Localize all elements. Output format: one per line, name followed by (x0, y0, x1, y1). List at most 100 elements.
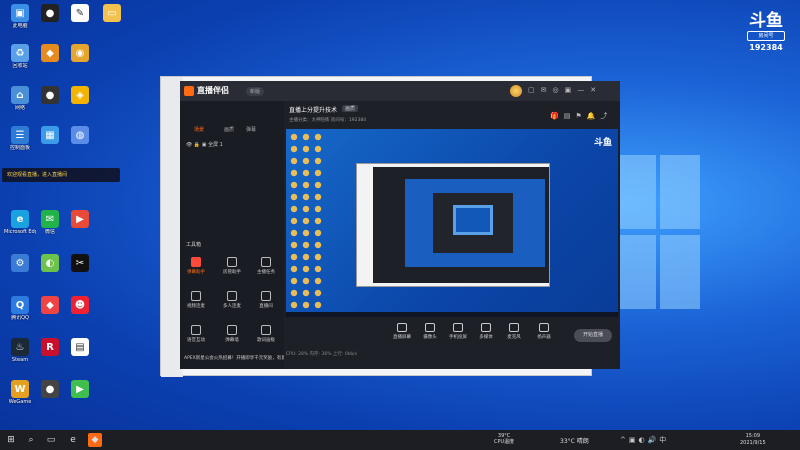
app-icon: ◉ (71, 44, 89, 62)
nested-app (373, 167, 549, 283)
speaker-icon (539, 323, 549, 332)
microphone-icon (509, 323, 519, 332)
desktop-icon-app[interactable]: ● (34, 86, 66, 105)
app-icon: ▶ (71, 380, 89, 398)
system-tray[interactable]: ^▣◐🔊中 (620, 435, 669, 445)
tool-lyrics[interactable]: 歌词画板 (254, 325, 278, 343)
preview-taskbar (286, 312, 618, 317)
wechat-icon: ✉ (41, 210, 59, 228)
desktop-icon-app[interactable]: R (34, 338, 66, 357)
app-icon: ◆ (41, 296, 59, 314)
douyu-logo-mark: 斗鱼 (749, 11, 783, 31)
app-icon: ✎ (71, 4, 89, 22)
app-icon: ▤ (71, 338, 89, 356)
app-icon: ▦ (41, 126, 59, 144)
tab-danmaku[interactable]: 弹幕 (246, 126, 256, 133)
desktop-icon-wegame[interactable]: W WeGame (4, 380, 36, 405)
flame-icon (184, 85, 194, 96)
desktop-icon-app[interactable]: ◉ (64, 44, 96, 63)
app-icon: ◐ (41, 254, 59, 272)
tool-danmaku-wall[interactable]: 弹幕墙 (220, 325, 244, 343)
desktop-icon-app[interactable]: ◐ (34, 254, 66, 273)
room-icon (261, 291, 271, 301)
nested-preview (356, 163, 550, 287)
header-action-icons[interactable]: 🎁▤⚑🔔⤴ (550, 111, 612, 121)
scene-item[interactable]: 👁 🔒 ▣ 全屏 1 (186, 141, 223, 148)
taskbar: ⊞ ⌕ ▭ e ◆ 39°C CPU温度 33°C 晴朗 ^▣◐🔊中 15:09 2… (0, 430, 800, 450)
notice-banner[interactable]: APEX新星公会火热招募！开播即享千元奖励，有意者私信联系！ (180, 355, 284, 365)
weather[interactable]: 33°C 晴朗 (560, 436, 589, 445)
desktop-icon-app[interactable]: ◈ (64, 86, 96, 105)
avatar[interactable] (510, 85, 522, 97)
stream-preview[interactable]: 斗鱼 (286, 129, 618, 317)
search-icon[interactable]: ⌕ (24, 433, 38, 447)
window-controls[interactable]: ▢✉◎▣—✕ (528, 86, 602, 94)
tool-danmaku-helper[interactable]: 弹幕助手 (184, 257, 208, 275)
tool-moderator[interactable]: 房管助手 (220, 257, 244, 275)
desktop-icon-qq[interactable]: Q 腾讯QQ (4, 296, 36, 321)
screen-capture-button[interactable]: 直播屏幕 (388, 323, 416, 340)
desktop-icon-app[interactable]: ▶ (64, 380, 96, 399)
desktop-icon-app[interactable]: ⚙ (4, 254, 36, 273)
version-badge[interactable]: 新版 (246, 87, 265, 96)
app-icon: ◍ (71, 126, 89, 144)
clock[interactable]: 15:09 2021/9/15 (740, 433, 766, 447)
preview-douyu-logo: 斗鱼 (593, 138, 612, 148)
desktop-icon-app[interactable]: ✂ (64, 254, 96, 273)
live-companion-taskbar-icon[interactable]: ◆ (88, 433, 102, 447)
media-button[interactable]: 多媒体 (472, 323, 500, 340)
app-icon: ● (41, 86, 59, 104)
desktop-icon-app[interactable]: ☻ (64, 296, 96, 315)
tool-room[interactable]: 直播间 (254, 291, 278, 309)
app-icon: ● (41, 4, 59, 22)
desktop-icon-recycle[interactable]: ♻ 回收站 (4, 44, 36, 69)
windows-logo-decoration (620, 155, 700, 315)
desktop-icon-wechat[interactable]: ✉ 微信 (34, 210, 66, 235)
desktop-icon-app[interactable]: ◍ (64, 126, 96, 145)
desktop-icon-edge[interactable]: eMicrosoft Edge (4, 210, 36, 235)
app-logo: 直播伴侣 (184, 85, 229, 96)
title-bar: 直播伴侣 新版 ▢✉◎▣—✕ (180, 81, 620, 101)
wall-icon (227, 325, 237, 335)
tab-scene[interactable]: 场景 (194, 126, 204, 133)
phone-icon (453, 323, 463, 332)
desktop-icon-app[interactable]: ● (34, 380, 66, 399)
desktop-icon-app[interactable]: ▤ (64, 338, 96, 357)
danmaku-tooltip: 欢迎观看直播，进入直播间 (2, 168, 120, 182)
camera-button[interactable]: 摄像头 (416, 323, 444, 340)
desktop-icon-control-panel[interactable]: ☰ 控制面板 (4, 126, 36, 151)
phone-cast-button[interactable]: 手机投屏 (444, 323, 472, 340)
desktop-icon-computer[interactable]: ▣ 此电脑 (4, 4, 36, 29)
task-view-icon[interactable]: ▭ (44, 433, 58, 447)
tool-tasks[interactable]: 主播任务 (254, 257, 278, 275)
desktop-icon-app[interactable]: ✎ (64, 4, 96, 23)
desktop-icon-grid: ▣ 此电脑 ● ✎ ▭ ♻ 回收站 ◆ ◉ ⌂ 网络 ● ◈ ☰ 控制面板 ▦ ◍ eM… (0, 0, 130, 430)
room-tag[interactable]: 画质 (342, 105, 359, 112)
desktop-icon-folder[interactable]: ▭ (96, 4, 128, 23)
go-live-button[interactable]: 开始直播 (574, 329, 612, 342)
desktop-icon-app[interactable]: ◆ (34, 296, 66, 315)
computer-icon: ▣ (11, 4, 29, 22)
tool-voice[interactable]: 语音互动 (184, 325, 208, 343)
desktop-icon-app[interactable]: ▦ (34, 126, 66, 145)
cpu-temp: 39°C CPU温度 (494, 433, 515, 445)
edge-icon: e (11, 210, 29, 228)
tab-quality[interactable]: 画质 (224, 126, 234, 133)
desktop-icon-steam[interactable]: ♨ Steam (4, 338, 36, 363)
multi-user-icon (227, 291, 237, 301)
desktop-icon-app[interactable]: ● (34, 4, 66, 23)
start-icon[interactable]: ⊞ (4, 433, 18, 447)
nested-preview-screen (405, 179, 545, 267)
app-icon: ☻ (71, 296, 89, 314)
desktop-icon-network[interactable]: ⌂ 网络 (4, 86, 36, 111)
edge-taskbar-icon[interactable]: e (66, 433, 80, 447)
app-icon: ◆ (41, 44, 59, 62)
desktop-icon-app[interactable]: ▶ (64, 210, 96, 229)
microphone-button[interactable]: 麦克风 (500, 323, 528, 340)
speaker-button[interactable]: 扬声器 (530, 323, 558, 340)
tool-video-link[interactable]: 视频连麦 (184, 291, 208, 309)
desktop-icon-app[interactable]: ◆ (34, 44, 66, 63)
room-title[interactable]: 直播上分提升技术 (289, 105, 337, 114)
control-panel-icon: ☰ (11, 126, 29, 144)
tool-multi-link[interactable]: 多人连麦 (220, 291, 244, 309)
